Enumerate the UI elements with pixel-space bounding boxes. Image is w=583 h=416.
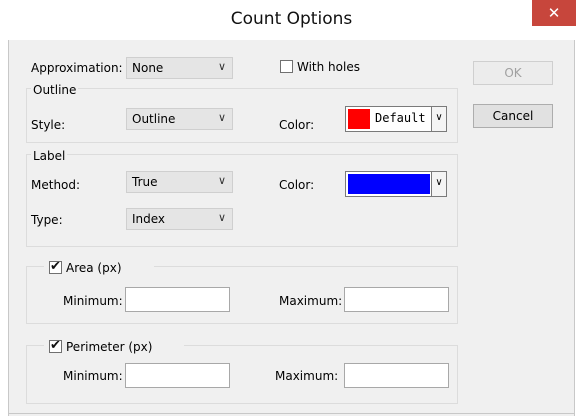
checkmark-icon: ✔ <box>50 259 61 274</box>
approximation-value: None <box>132 61 164 75</box>
chevron-down-icon: ∨ <box>217 174 226 187</box>
with-holes-label: With holes <box>297 60 360 74</box>
chevron-down-icon[interactable]: ∨ <box>431 172 446 196</box>
outline-color-swatch <box>348 109 370 129</box>
chevron-down-icon: ∨ <box>217 60 226 73</box>
outline-style-select[interactable]: Outline ∨ <box>126 108 233 130</box>
approximation-label: Approximation: <box>31 61 123 75</box>
perimeter-maximum-label: Maximum: <box>275 369 339 383</box>
label-group-label: Label <box>31 149 68 163</box>
area-maximum-label: Maximum: <box>279 294 343 308</box>
perimeter-label: Perimeter (px) <box>66 340 153 354</box>
dialog-title: Count Options <box>230 9 353 29</box>
count-options-dialog: Count Options ✕ Approximation: None ∨ Wi… <box>0 0 583 416</box>
label-color-label: Color: <box>279 178 315 192</box>
label-method-label: Method: <box>31 178 81 192</box>
label-color-picker[interactable]: ∨ <box>345 171 447 197</box>
perimeter-maximum-input[interactable] <box>344 363 449 388</box>
label-type-label: Type: <box>31 213 63 227</box>
cancel-button[interactable]: Cancel <box>473 104 553 128</box>
area-maximum-input[interactable] <box>344 287 449 312</box>
area-checkbox[interactable]: ✔ <box>49 259 62 274</box>
close-icon: ✕ <box>547 4 561 22</box>
window-left-border <box>0 40 8 416</box>
label-method-select[interactable]: True ∨ <box>126 171 233 193</box>
ok-button[interactable]: OK <box>473 61 553 85</box>
with-holes-checkbox[interactable] <box>280 60 293 73</box>
outline-group-label: Outline <box>31 83 79 97</box>
frame-line-left <box>8 40 9 416</box>
label-method-value: True <box>132 175 158 189</box>
approximation-select[interactable]: None ∨ <box>126 57 233 79</box>
label-group <box>26 154 458 247</box>
area-minimum-label: Minimum: <box>63 294 123 308</box>
outline-color-value: Default <box>375 111 426 125</box>
outline-color-picker[interactable]: Default ∨ <box>345 106 447 132</box>
chevron-down-icon: ∨ <box>217 211 226 224</box>
area-minimum-input[interactable] <box>125 287 230 312</box>
checkmark-icon: ✔ <box>50 338 61 353</box>
label-type-value: Index <box>132 212 166 226</box>
window-right-border <box>575 40 583 416</box>
frame-line-right <box>574 40 575 416</box>
label-type-select[interactable]: Index ∨ <box>126 208 233 230</box>
chevron-down-icon[interactable]: ∨ <box>431 107 446 131</box>
outline-color-label: Color: <box>279 118 315 132</box>
close-button[interactable]: ✕ <box>532 0 576 26</box>
outline-style-label: Style: <box>31 118 66 132</box>
label-color-swatch <box>348 174 430 194</box>
frame-line-bottom <box>8 413 575 414</box>
chevron-down-icon: ∨ <box>217 111 226 124</box>
perimeter-checkbox[interactable]: ✔ <box>49 338 62 353</box>
perimeter-minimum-input[interactable] <box>125 363 230 388</box>
title-bar: Count Options ✕ <box>0 0 583 40</box>
perimeter-minimum-label: Minimum: <box>63 369 123 383</box>
area-label: Area (px) <box>66 261 122 275</box>
outline-style-value: Outline <box>132 112 176 126</box>
